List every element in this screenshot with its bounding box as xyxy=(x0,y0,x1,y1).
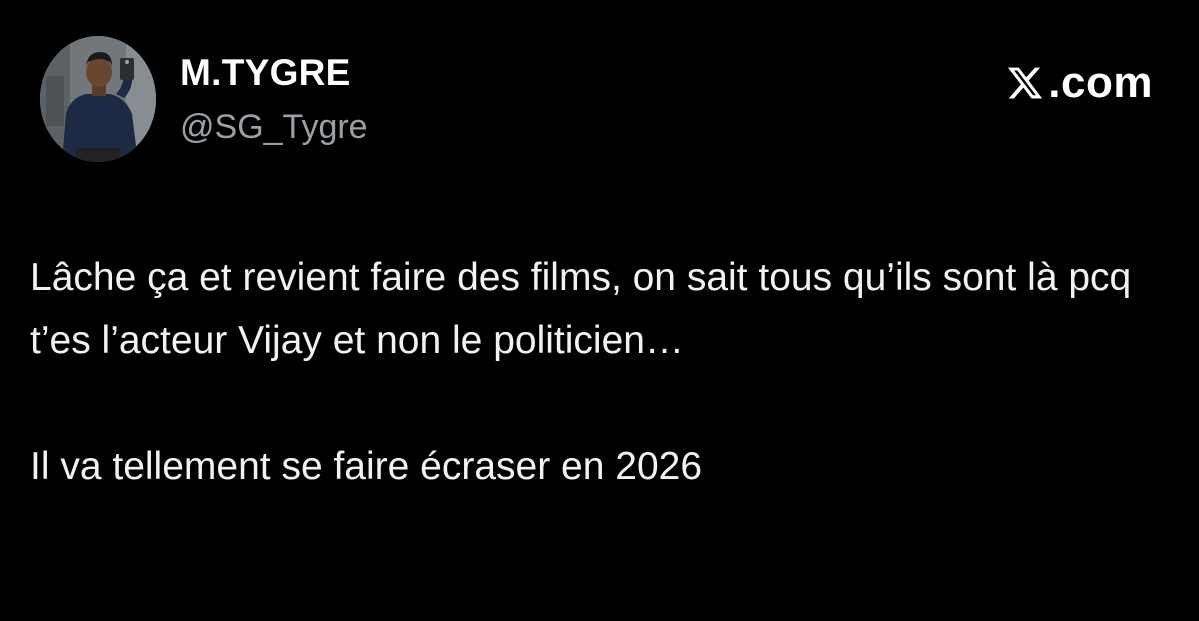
domain-suffix: .com xyxy=(1048,58,1153,107)
avatar-photo xyxy=(40,36,156,162)
x-com-brand: .com xyxy=(1006,60,1153,106)
x-logo-icon xyxy=(1008,67,1043,99)
avatar[interactable] xyxy=(40,36,156,162)
display-name[interactable]: M.TYGRE xyxy=(180,52,351,94)
user-handle[interactable]: @SG_Tygre xyxy=(180,108,368,147)
tweet-paragraph: Il va tellement se faire écraser en 2026 xyxy=(30,445,703,488)
tweet-card: M.TYGRE @SG_Tygre .com Lâche ça et revie… xyxy=(0,0,1199,621)
tweet-paragraph: Lâche ça et revient faire des films, on … xyxy=(30,256,1132,362)
tweet-text: Lâche ça et revient faire des films, on … xyxy=(30,246,1150,498)
